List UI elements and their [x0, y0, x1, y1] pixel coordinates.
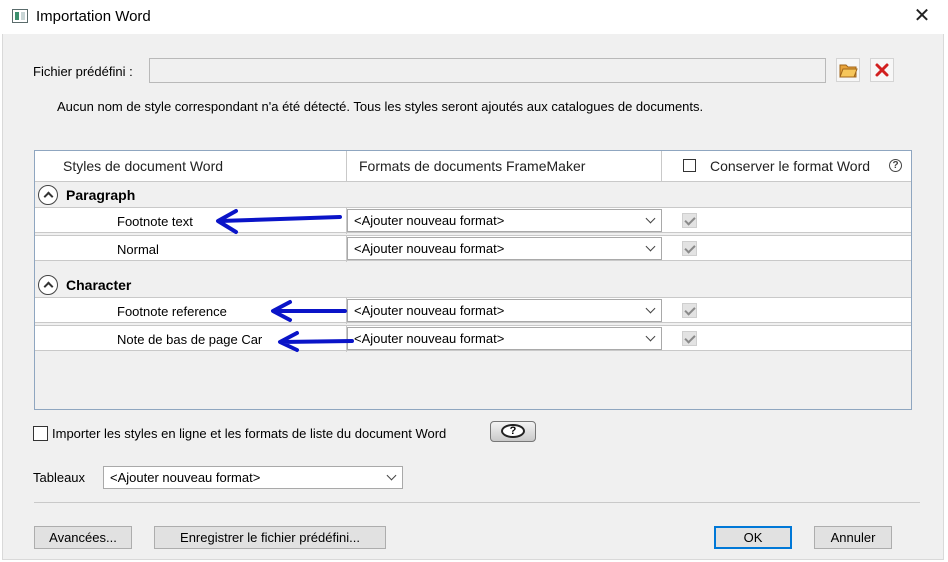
tables-format-select[interactable]: <Ajouter nouveau format> — [103, 466, 403, 489]
import-inline-label: Importer les styles en ligne et les form… — [52, 426, 447, 441]
tables-format-value: <Ajouter nouveau format> — [110, 470, 261, 485]
annotation-arrow — [278, 331, 354, 352]
annotation-arrow — [271, 300, 347, 322]
help-button[interactable]: ? — [490, 421, 536, 442]
annotation-arrow — [216, 209, 342, 234]
save-preset-button[interactable]: Enregistrer le fichier prédéfini... — [154, 526, 386, 549]
cancel-button[interactable]: Annuler — [814, 526, 892, 549]
footer-separator — [34, 502, 920, 503]
ok-button[interactable]: OK — [714, 526, 792, 549]
import-inline-checkbox[interactable] — [33, 426, 48, 441]
chevron-down-icon — [386, 470, 397, 481]
tables-label: Tableaux — [33, 470, 86, 485]
question-icon: ? — [501, 424, 525, 438]
advanced-button[interactable]: Avancées... — [34, 526, 132, 549]
